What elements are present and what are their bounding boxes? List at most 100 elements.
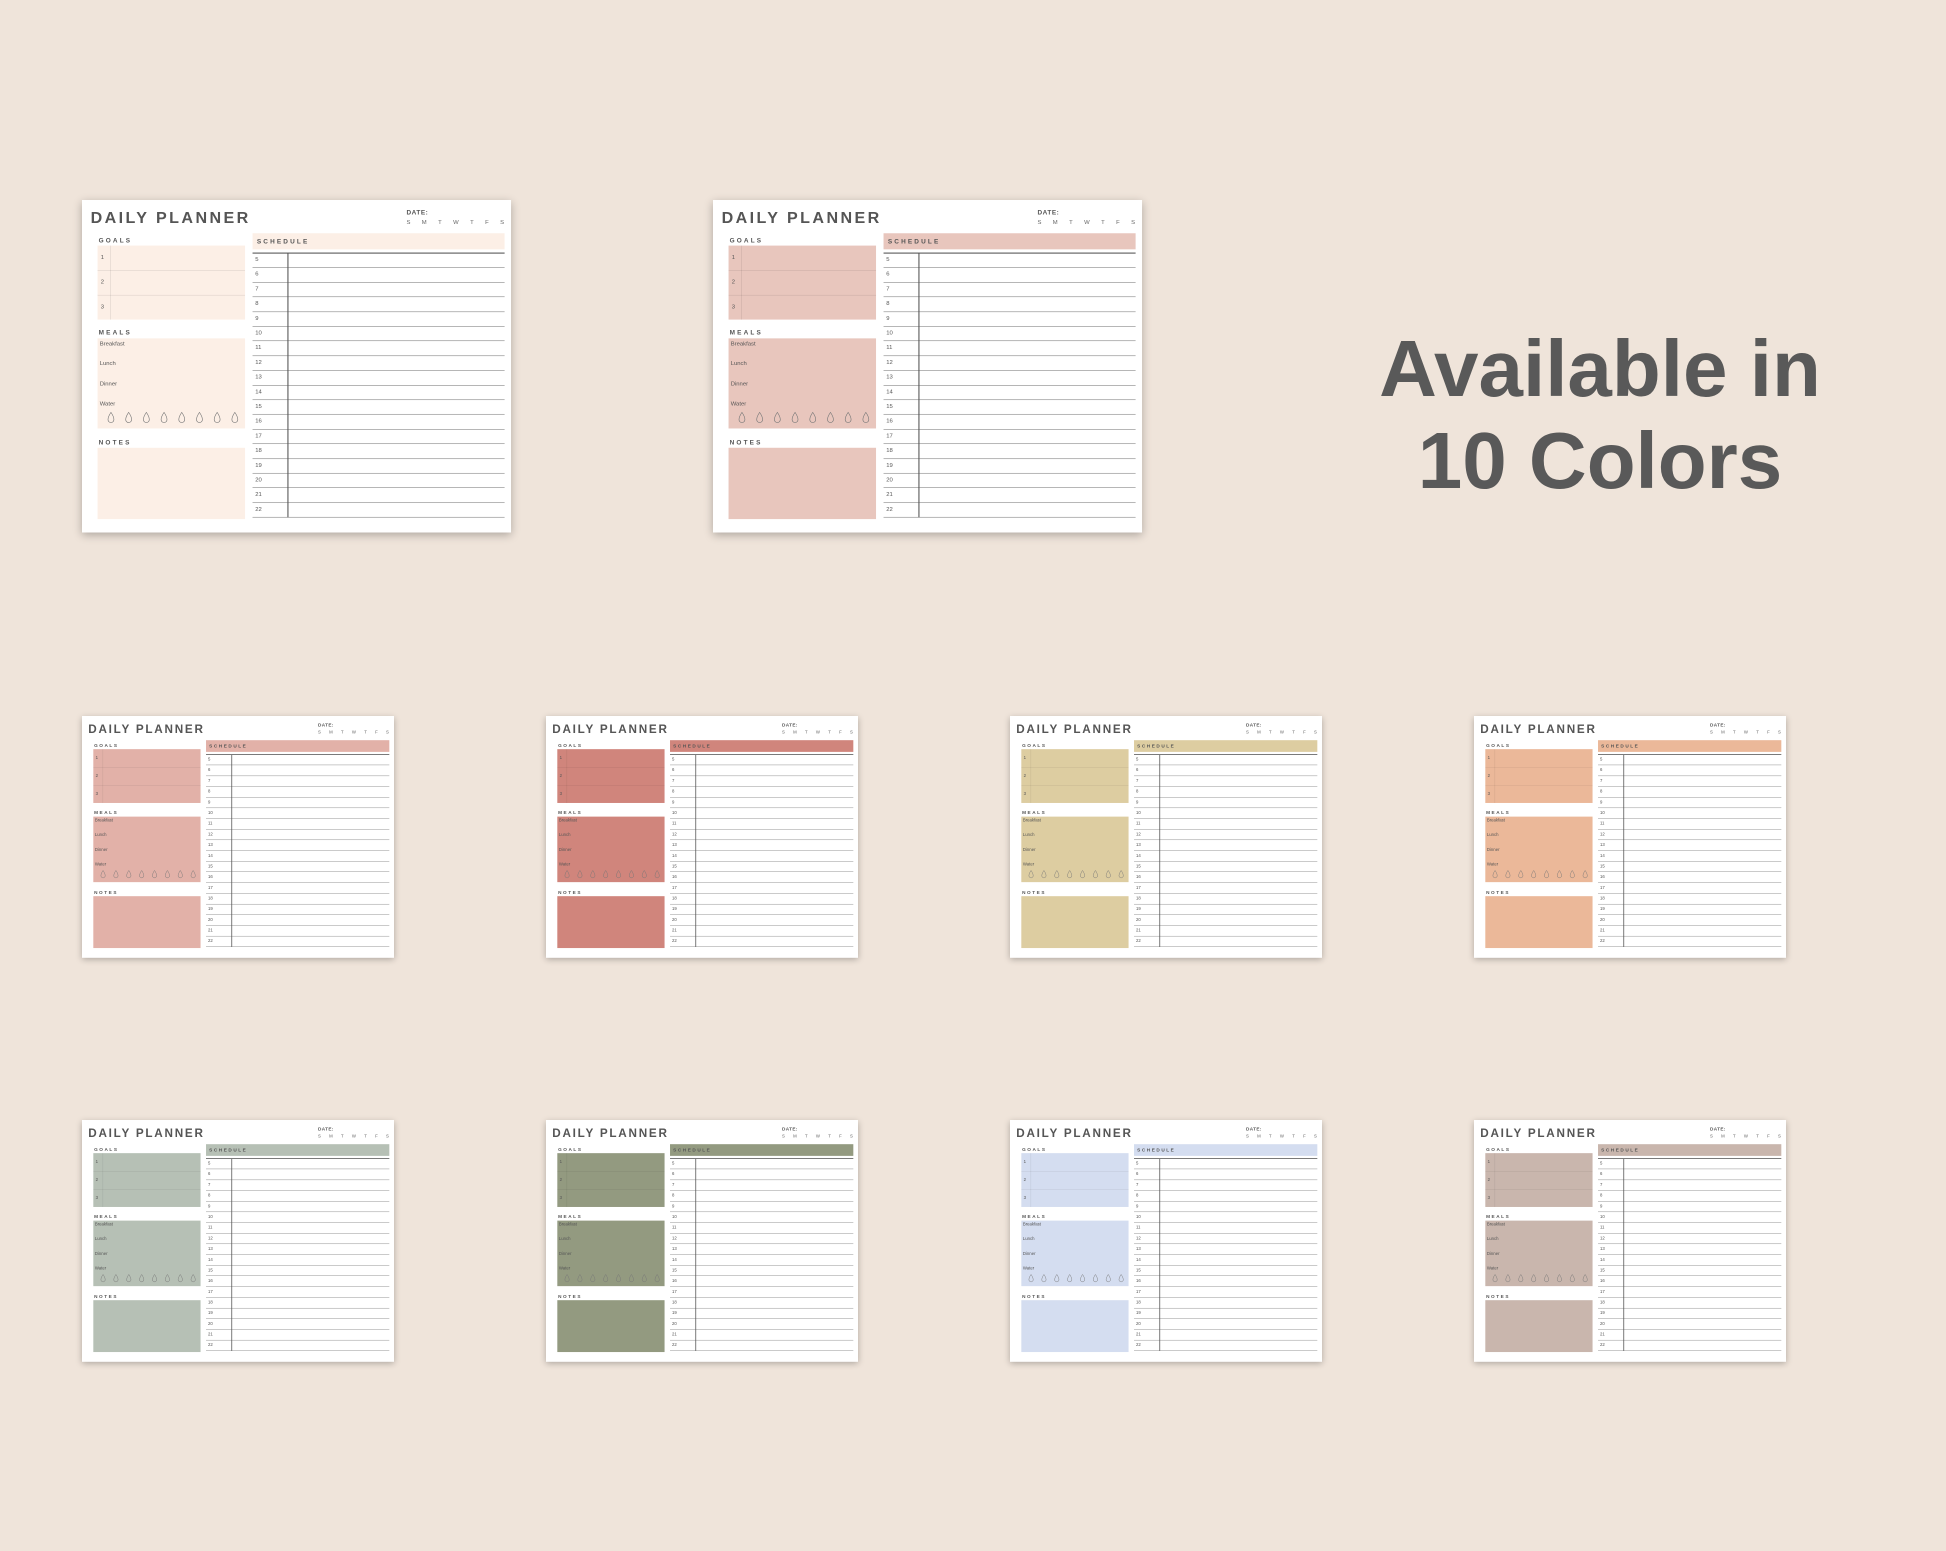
- schedule-row[interactable]: 21: [1598, 926, 1782, 937]
- schedule-row[interactable]: 17: [1134, 883, 1318, 894]
- water-drop-icon[interactable]: [616, 1274, 621, 1283]
- schedule-row[interactable]: 13: [1134, 1244, 1318, 1255]
- schedule-row[interactable]: 8: [1598, 1191, 1782, 1202]
- schedule-row[interactable]: 16: [1134, 1276, 1318, 1287]
- water-drop-icon[interactable]: [1492, 870, 1498, 879]
- water-drop-icon[interactable]: [1492, 1274, 1498, 1283]
- schedule-row[interactable]: 8: [670, 1191, 854, 1202]
- water-drop-icon[interactable]: [1028, 1274, 1034, 1283]
- schedule-row[interactable]: 18: [670, 1298, 854, 1309]
- schedule-row[interactable]: 6: [670, 1169, 854, 1180]
- schedule-row[interactable]: 5: [1598, 755, 1782, 766]
- schedule-row[interactable]: 16: [670, 1276, 854, 1287]
- schedule-row[interactable]: 22: [252, 503, 505, 518]
- schedule-row[interactable]: 10: [252, 327, 505, 342]
- water-drop-icon[interactable]: [1118, 870, 1124, 879]
- water-drop-icon[interactable]: [564, 870, 570, 879]
- schedule-row[interactable]: 11: [1598, 1223, 1782, 1234]
- schedule-row[interactable]: 19: [1134, 1308, 1318, 1319]
- schedule-row[interactable]: 12: [1598, 1233, 1782, 1245]
- schedule-row[interactable]: 18: [670, 894, 854, 905]
- schedule-row[interactable]: 13: [252, 371, 505, 386]
- schedule-row[interactable]: 18: [1134, 894, 1318, 905]
- schedule-row[interactable]: 15: [1134, 861, 1318, 873]
- schedule-row[interactable]: 22: [670, 1340, 854, 1351]
- water-drop-icon[interactable]: [1054, 1274, 1060, 1283]
- water-drop-icon[interactable]: [756, 411, 764, 424]
- schedule-row[interactable]: 12: [883, 356, 1136, 371]
- water-drop-icon[interactable]: [738, 411, 746, 424]
- water-drop-icon[interactable]: [590, 1274, 596, 1283]
- schedule-row[interactable]: 19: [1598, 904, 1782, 915]
- schedule-row[interactable]: 12: [206, 1233, 390, 1245]
- water-drop-icon[interactable]: [1067, 1274, 1073, 1283]
- water-drop-icon[interactable]: [1067, 870, 1073, 879]
- schedule-row[interactable]: 15: [252, 400, 505, 415]
- schedule-row[interactable]: 14: [670, 851, 854, 862]
- schedule-row[interactable]: 16: [206, 872, 390, 883]
- schedule-row[interactable]: 5: [1598, 1159, 1782, 1170]
- schedule-row[interactable]: 7: [206, 1180, 390, 1191]
- schedule-row[interactable]: 10: [883, 327, 1136, 342]
- schedule-row[interactable]: 5: [883, 253, 1136, 268]
- schedule-row[interactable]: 5: [252, 253, 505, 268]
- schedule-row[interactable]: 9: [670, 797, 854, 809]
- schedule-row[interactable]: 21: [883, 488, 1136, 503]
- water-drop-icon[interactable]: [1041, 1274, 1047, 1283]
- water-drop-icon[interactable]: [107, 411, 115, 424]
- water-drop-icon[interactable]: [213, 411, 221, 424]
- water-drop-icon[interactable]: [654, 870, 660, 879]
- water-drop-icon[interactable]: [1557, 1274, 1562, 1283]
- schedule-row[interactable]: 19: [883, 459, 1136, 474]
- water-drop-icon[interactable]: [177, 1274, 183, 1283]
- schedule-row[interactable]: 22: [1134, 1340, 1318, 1351]
- schedule-row[interactable]: 11: [670, 819, 854, 830]
- schedule-row[interactable]: 20: [1134, 915, 1318, 926]
- water-drop-icon[interactable]: [139, 870, 145, 879]
- schedule-row[interactable]: 9: [883, 312, 1136, 327]
- water-drop-icon[interactable]: [590, 870, 596, 879]
- schedule-row[interactable]: 19: [670, 904, 854, 915]
- schedule-row[interactable]: 15: [206, 861, 390, 873]
- water-drop-icon[interactable]: [1080, 870, 1085, 879]
- water-drop-icon[interactable]: [1518, 870, 1524, 879]
- schedule-row[interactable]: 22: [670, 936, 854, 947]
- schedule-row[interactable]: 14: [1134, 1255, 1318, 1266]
- schedule-row[interactable]: 21: [206, 926, 390, 937]
- schedule-row[interactable]: 20: [206, 915, 390, 926]
- schedule-row[interactable]: 22: [206, 1340, 390, 1351]
- schedule-row[interactable]: 19: [252, 459, 505, 474]
- schedule-row[interactable]: 20: [1134, 1319, 1318, 1330]
- schedule-row[interactable]: 15: [670, 1265, 854, 1277]
- schedule-row[interactable]: 11: [206, 819, 390, 830]
- water-drop-icon[interactable]: [143, 411, 151, 424]
- schedule-row[interactable]: 17: [670, 1287, 854, 1298]
- water-drop-icon[interactable]: [577, 1274, 583, 1283]
- schedule-row[interactable]: 15: [670, 861, 854, 873]
- schedule-row[interactable]: 7: [252, 282, 505, 298]
- water-drop-icon[interactable]: [1582, 870, 1588, 879]
- water-drop-icon[interactable]: [862, 411, 870, 424]
- water-drop-icon[interactable]: [1531, 870, 1537, 879]
- schedule-row[interactable]: 21: [252, 488, 505, 503]
- water-drop-icon[interactable]: [791, 411, 799, 424]
- schedule-row[interactable]: 18: [206, 894, 390, 905]
- schedule-row[interactable]: 19: [1598, 1308, 1782, 1319]
- schedule-row[interactable]: 5: [670, 755, 854, 766]
- schedule-row[interactable]: 7: [670, 1180, 854, 1191]
- water-drop-icon[interactable]: [564, 1274, 570, 1283]
- schedule-row[interactable]: 13: [883, 371, 1136, 386]
- schedule-row[interactable]: 21: [206, 1330, 390, 1341]
- schedule-row[interactable]: 11: [206, 1223, 390, 1234]
- schedule-row[interactable]: 5: [1134, 1159, 1318, 1170]
- schedule-row[interactable]: 10: [670, 1212, 854, 1223]
- schedule-row[interactable]: 17: [883, 429, 1136, 445]
- schedule-row[interactable]: 11: [670, 1223, 854, 1234]
- water-drop-icon[interactable]: [125, 411, 133, 424]
- schedule-row[interactable]: 6: [206, 765, 390, 776]
- schedule-row[interactable]: 10: [670, 808, 854, 819]
- schedule-row[interactable]: 8: [1598, 787, 1782, 798]
- schedule-row[interactable]: 7: [1598, 1180, 1782, 1191]
- water-drop-icon[interactable]: [152, 1274, 157, 1283]
- water-drop-icon[interactable]: [190, 870, 196, 879]
